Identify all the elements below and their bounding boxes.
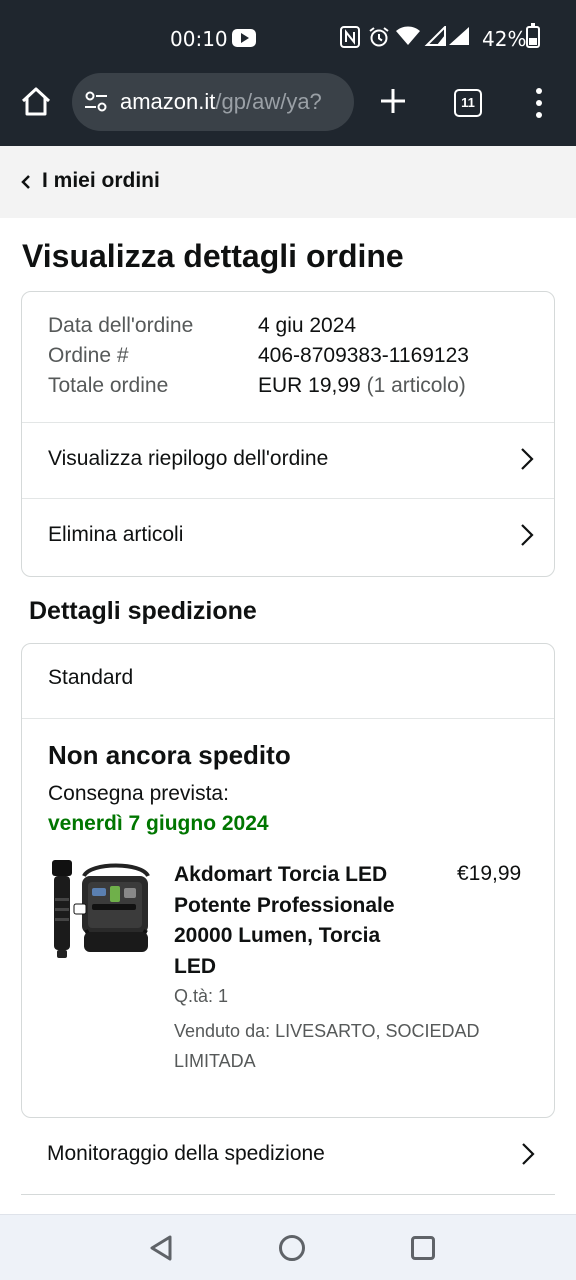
order-summary-card: Data dell'ordine 4 giu 2024 Ordine # 406… [21,291,555,577]
page-title: Visualizza dettagli ordine [22,238,404,274]
shipment-card: Standard Non ancora spedito Consegna pre… [21,643,555,1118]
more-vert-icon[interactable] [530,88,550,118]
delete-items-link[interactable]: Elimina articoli [22,499,554,575]
order-date-value: 4 giu 2024 [258,314,357,337]
battery-percent: 42% [482,27,527,51]
back-to-orders[interactable]: I miei ordini [0,146,576,218]
nav-back-icon[interactable] [148,1234,174,1262]
product-image[interactable] [48,858,152,964]
back-label: I miei ordini [42,169,160,192]
chevron-right-icon [521,1142,535,1166]
chevron-left-icon [20,174,32,190]
browser-toolbar: amazon.it/gp/aw/ya? 11 [0,72,576,134]
chevron-right-icon [520,523,534,547]
order-total-value: EUR 19,99 (1 articolo) [258,374,466,398]
order-total-label: Totale ordine [48,374,169,397]
order-number-label: Ordine # [48,344,129,367]
url-domain: amazon.it [120,89,216,114]
order-total-amount: EUR 19,99 [258,374,361,397]
order-number-value: 406-8709383-1169123 [258,344,469,367]
alarm-icon [368,26,390,53]
status-time: 00:10 [170,27,228,51]
track-shipment-label: Monitoraggio della spedizione [47,1142,325,1165]
divider [22,718,554,719]
delivery-date: venerdì 7 giugno 2024 [48,812,269,835]
signal-icon [424,24,446,51]
delete-items-label: Elimina articoli [48,523,184,546]
product-seller: Venduto da: LIVESARTO, SOCIEDAD LIMITADA [174,1021,480,1071]
order-date-label: Data dell'ordine [48,314,194,337]
system-nav-bar [0,1214,576,1280]
battery-icon [526,23,540,48]
track-shipment-link[interactable]: Monitoraggio della spedizione [21,1118,555,1195]
product-price: €19,99 [457,862,522,885]
youtube-icon [232,29,256,47]
wifi-icon [396,26,420,51]
nav-home-icon[interactable] [279,1235,305,1261]
tabs-icon[interactable]: 11 [454,89,482,117]
url-path: /gp/aw/ya? [215,89,322,114]
view-order-summary-link[interactable]: Visualizza riepilogo dell'ordine [22,423,554,499]
plus-icon[interactable] [378,86,408,116]
status-bar: 00:10 42% [0,0,576,76]
site-settings-icon[interactable] [84,91,108,113]
chevron-right-icon [520,447,534,471]
nfc-icon [340,26,360,53]
url-text: amazon.it/gp/aw/ya? [120,89,322,115]
shipping-type: Standard [48,666,134,689]
home-icon[interactable] [18,84,54,120]
view-order-summary-label: Visualizza riepilogo dell'ordine [48,447,329,470]
product-quantity: Q.tà: 1 [174,986,229,1006]
shipment-status: Non ancora spedito [48,740,291,770]
signal-icon-2 [448,26,470,51]
order-total-items: (1 articolo) [366,374,466,397]
product-title[interactable]: Akdomart Torcia LED Potente Professional… [174,860,424,982]
browser-chrome: 00:10 42% amazon.it/gp/aw/ya? 11 [0,0,576,146]
shipping-section-title: Dettagli spedizione [29,597,257,625]
battery-fill [529,38,537,45]
url-bar[interactable]: amazon.it/gp/aw/ya? [72,73,354,131]
nav-recents-icon[interactable] [411,1236,435,1260]
delivery-label: Consegna prevista: [48,782,229,805]
